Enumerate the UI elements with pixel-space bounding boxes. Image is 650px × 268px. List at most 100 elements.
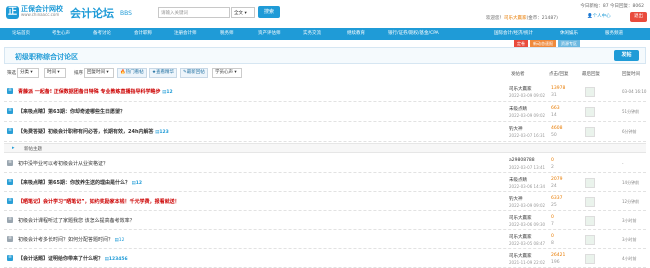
thread-author[interactable]: 司乐大赢家	[509, 253, 532, 259]
search-button[interactable]: 搜索	[258, 6, 280, 18]
thread-author[interactable]: 未吸点睛	[509, 177, 527, 183]
thread-last-reply-time: 51分钟前	[622, 109, 640, 114]
thread-date: 2022-03-09 09:02	[509, 113, 546, 118]
normal-thread-row: ≡ 初级会计课程听过了家题我您 该怎么提高备考效率？ 司乐大赢家 2022-03-06…	[4, 211, 646, 230]
thread-title-link[interactable]: 【免费答疑】初级会计职称有问必答，长期有效，24h内解答 ▤123	[18, 128, 169, 135]
thread-author[interactable]: 未吸点睛	[509, 106, 527, 112]
pinned-thread-row: ≡ 青藤派 一起备! 正保数据团备日特殊 专业教练直播指导科学略步 ▤12 司乐大赢…	[4, 82, 646, 102]
thread-pages[interactable]: 12	[166, 90, 172, 95]
avatar[interactable]	[585, 178, 595, 188]
thread-title-link[interactable]: 初级会计课程听过了家题我您 该怎么提高备考效率？	[18, 217, 135, 224]
nav-item-leisure[interactable]: 休闲娱乐	[560, 28, 578, 40]
pinned-thread-row: ≡ 【来吸点睛】第63期：你却奇迹哪些生日愿望？ 未吸点睛 2022-03-09 09…	[4, 102, 646, 122]
sort-select[interactable]: 回复时间 ▾	[84, 68, 114, 78]
col-header-time[interactable]: 回复时间	[622, 71, 640, 77]
avatar[interactable]	[585, 127, 595, 137]
thread-date: 2022-03-07 13:41	[509, 165, 546, 170]
avatar[interactable]	[585, 235, 595, 245]
username-link[interactable]: 司乐大赢家	[504, 16, 527, 21]
thread-title-text: 初中没毕业可以考初级会计从业资格证？	[18, 161, 109, 167]
subtab-resources[interactable]: 资源专区	[558, 40, 580, 47]
time-select-label: 时间	[47, 70, 56, 75]
avatar[interactable]	[585, 87, 595, 97]
thread-last-reply-time: 12分钟前	[622, 199, 640, 204]
thread-title-link[interactable]: 初中没毕业可以考初级会计从业资格证？	[18, 160, 108, 167]
nav-item-title[interactable]: 会计职称	[134, 28, 152, 40]
thread-title-link[interactable]: 初级会计考多长时间？如何分配答题时间？ ▤12	[18, 236, 124, 243]
user-center-link[interactable]: 👤个人中心	[587, 13, 611, 19]
thread-pages[interactable]: 123456	[109, 257, 128, 262]
thread-title-link[interactable]: 【晒笔记】会计学习“晒笔记”，如约奖励家本钱！千元学费，报看就送！	[18, 198, 180, 205]
nav-item-tax[interactable]: 税务师	[220, 28, 234, 40]
site-header: 正 正保会计网校 www.chinaacc.com 会计论坛 BBS 请输入关键…	[0, 0, 650, 28]
thread-date: 2022-03-07 16:31	[509, 133, 546, 138]
thread-author[interactable]: 司乐大赢家	[509, 234, 532, 240]
thread-author[interactable]: 钓大神	[509, 196, 523, 202]
logout-button[interactable]: 退出	[630, 12, 647, 22]
essence-button[interactable]: ★查看精华	[149, 68, 178, 78]
nav-item-voices[interactable]: 考生心声	[52, 28, 70, 40]
latest-reply-button[interactable]: ✎最新回帖	[180, 68, 208, 78]
thread-title-link[interactable]: 青藤派 一起备! 正保数据团备日特殊 专业教练直播指导科学略步 ▤12	[18, 88, 173, 95]
thread-title-link[interactable]: 【来吸点睛】第63期：你却奇迹哪些生日愿望？	[18, 108, 125, 115]
voices-select-label: 学员心声	[215, 70, 233, 75]
search-scope-select[interactable]: 全文 ▾	[231, 7, 255, 18]
latest-reply-label: 最新回帖	[186, 70, 205, 75]
thread-views: 196	[551, 260, 560, 265]
nav-item-home[interactable]: 论坛首页	[12, 28, 30, 40]
thread-last-reply-time: 14分钟前	[622, 180, 640, 185]
avatar[interactable]	[585, 197, 595, 207]
nav-item-practice[interactable]: 实务交流	[303, 28, 321, 40]
subtab-exam[interactable]: 定卷	[514, 40, 528, 47]
subtab-news[interactable]: 新动态速报	[530, 40, 556, 47]
avatar[interactable]	[585, 254, 595, 264]
search-input[interactable]: 请输入关键词	[158, 7, 230, 18]
thread-title-link[interactable]: 【会计话题】证明给你带来了什么呢？ ▤123456	[18, 255, 128, 262]
thread-author[interactable]: a29808788	[509, 158, 535, 163]
normal-thread-row: ≡ 【会计话题】证明给你带来了什么呢？ ▤123456 司乐大赢家 2021-11-0…	[4, 249, 646, 268]
sort-select-label: 回复时间	[87, 70, 105, 75]
nav-item-edu[interactable]: 继续教育	[347, 28, 365, 40]
search-scope-label: 全文	[234, 11, 243, 16]
thread-last-reply-time: 4小时前	[622, 256, 637, 261]
thread-pages[interactable]: 12	[119, 238, 125, 243]
thread-replies: 663	[551, 106, 560, 111]
nav-item-assess[interactable]: 资产评估师	[258, 28, 281, 40]
thread-pages[interactable]: 12	[136, 181, 142, 186]
nav-item-service[interactable]: 服务频道	[605, 28, 623, 40]
thread-icon: ≡	[7, 128, 13, 134]
thread-last-reply-time: 3小时前	[622, 218, 637, 223]
thread-replies: 0	[551, 215, 554, 220]
avatar[interactable]	[585, 216, 595, 226]
category-select[interactable]: 分类 ▾	[17, 68, 39, 78]
nav-item-intl[interactable]: 国际会计/经济/统计	[494, 28, 533, 40]
thread-title-text: 【来吸点睛】第63期：你却奇迹哪些生日愿望？	[18, 109, 125, 115]
thread-replies: 13978	[551, 86, 566, 91]
thread-views: 7	[551, 222, 554, 227]
thread-title-text: 【来吸点睛】第65期：你放养生送的理由是什么？	[18, 180, 130, 186]
thread-replies: 26421	[551, 253, 566, 258]
forum-logo-title[interactable]: 会计论坛	[70, 5, 114, 21]
nav-item-cpa[interactable]: 注册会计师	[174, 28, 197, 40]
thread-author[interactable]: 司乐大赢家	[509, 215, 532, 221]
thread-views: 25	[551, 203, 557, 208]
nav-item-bank[interactable]: 银行/证券/期权/基金/CPA	[388, 28, 439, 40]
chevron-down-icon: ▾	[244, 11, 247, 16]
col-header-replies[interactable]: 点击/回复	[549, 71, 569, 77]
thread-title-link[interactable]: 【来吸点睛】第65期：你放养生送的理由是什么？ ▤12	[18, 179, 142, 186]
new-post-button[interactable]: 发帖	[614, 50, 639, 61]
site-stats: 今日新帖：87 今日回复：8062	[580, 4, 644, 9]
time-select[interactable]: 时间 ▾	[44, 68, 66, 78]
normal-thread-row: ≡ 初级会计考多长时间？如何分配答题时间？ ▤12 司乐大赢家 2022-03-05 …	[4, 230, 646, 249]
voices-select[interactable]: 学员心声 ▾	[212, 68, 242, 78]
logo-icon[interactable]: 正	[6, 6, 19, 19]
hot-posts-button[interactable]: 🔥热门看帖	[117, 68, 147, 78]
avatar[interactable]	[585, 107, 595, 117]
thread-replies: 4608	[551, 126, 563, 131]
nav-item-discuss[interactable]: 备考讨论	[93, 28, 111, 40]
user-center-label: 个人中心	[592, 14, 611, 19]
col-header-last: 最后回复	[582, 72, 600, 77]
thread-author[interactable]: 司乐大赢家	[509, 86, 532, 92]
thread-author[interactable]: 钓大神	[509, 126, 523, 132]
thread-pages[interactable]: 123	[159, 130, 168, 135]
